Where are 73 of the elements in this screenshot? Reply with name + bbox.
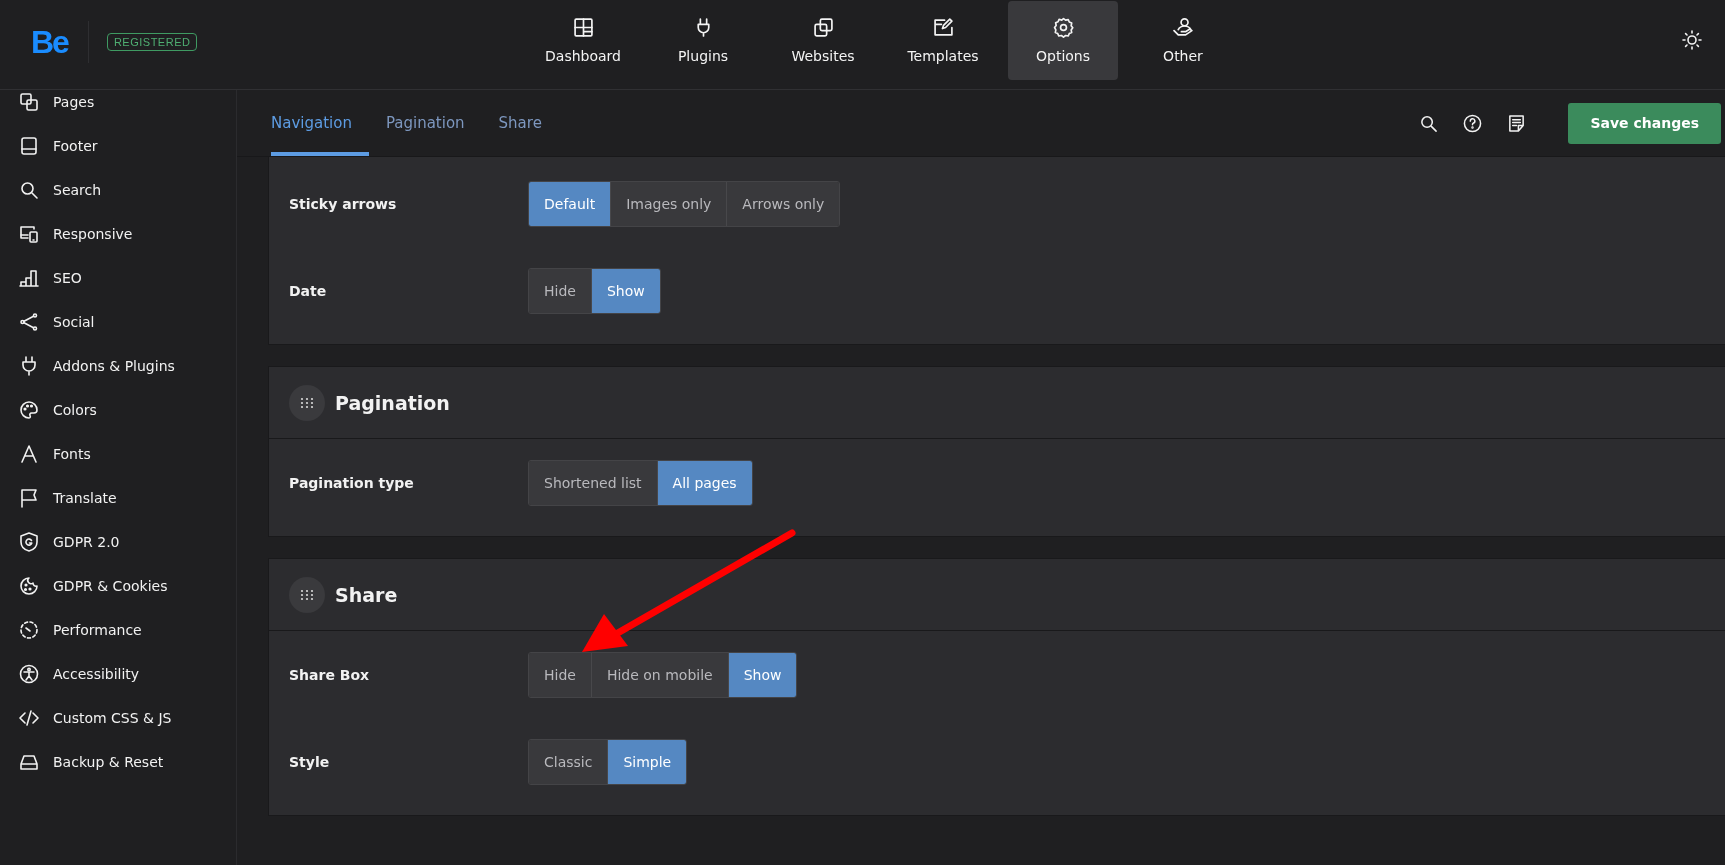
- sidebar-item[interactable]: Backup & Reset: [0, 750, 236, 794]
- squares-icon: [19, 92, 39, 112]
- status-badge: REGISTERED: [106, 33, 198, 51]
- search-icon: [19, 180, 39, 200]
- gauge-icon: [19, 620, 39, 640]
- sidebar-item[interactable]: Footer: [0, 134, 236, 178]
- sidebar-item[interactable]: Translate: [0, 486, 236, 530]
- windows-icon: [812, 17, 834, 38]
- nav-item[interactable]: Dashboard: [528, 1, 638, 80]
- notes-icon[interactable]: [1507, 113, 1527, 133]
- sidebar-item[interactable]: Pages: [0, 90, 236, 134]
- plug-icon: [19, 356, 39, 376]
- sidebar-item[interactable]: Accessibility: [0, 662, 236, 706]
- sidebar-item[interactable]: Colors: [0, 398, 236, 442]
- option-button[interactable]: Hide: [529, 652, 591, 697]
- sidebar-item[interactable]: Addons & Plugins: [0, 354, 236, 398]
- sidebar-item[interactable]: Responsive: [0, 222, 236, 266]
- option-button[interactable]: Show: [727, 652, 797, 697]
- sidebar-item[interactable]: SEO: [0, 266, 236, 310]
- code-icon: [19, 708, 39, 728]
- drive-icon: [19, 752, 39, 772]
- palette-icon: [19, 400, 39, 420]
- nav-item[interactable]: Websites: [768, 1, 878, 80]
- sidebar-item[interactable]: Custom CSS & JS: [0, 706, 236, 750]
- option-button[interactable]: Images only: [610, 181, 727, 226]
- layout-icon: [572, 17, 594, 38]
- drag-handle-icon[interactable]: [289, 576, 325, 613]
- nav-item[interactable]: Options: [1008, 1, 1118, 80]
- sun-icon: [1682, 30, 1702, 50]
- flag-icon: [19, 488, 39, 508]
- user-icon: [1172, 17, 1194, 38]
- sidebar-item[interactable]: GDPR 2.0: [0, 530, 236, 574]
- nav-item[interactable]: Other: [1128, 1, 1238, 80]
- bar-chart-icon: [19, 268, 39, 288]
- sidebar-item[interactable]: Performance: [0, 618, 236, 662]
- devices-icon: [19, 224, 39, 244]
- tab[interactable]: Share: [498, 90, 559, 156]
- font-icon: [19, 444, 39, 464]
- option-button[interactable]: Show: [590, 268, 660, 313]
- sidebar-item[interactable]: Social: [0, 310, 236, 354]
- drag-handle-icon[interactable]: [289, 384, 325, 421]
- option-button[interactable]: All pages: [656, 460, 752, 505]
- save-button[interactable]: Save changes: [1568, 102, 1721, 144]
- search-icon[interactable]: [1419, 113, 1439, 133]
- option-button[interactable]: Hide on mobile: [590, 652, 728, 697]
- option-button[interactable]: Default: [529, 181, 611, 226]
- setting-label: Sticky arrows: [289, 195, 398, 212]
- section-title: Share: [335, 583, 398, 606]
- section-title: Pagination: [335, 391, 450, 414]
- option-button[interactable]: Shortened list: [529, 460, 657, 505]
- option-button[interactable]: Classic: [529, 739, 608, 784]
- option-button[interactable]: Simple: [607, 739, 687, 784]
- cookie-icon: [19, 576, 39, 596]
- edit-icon: [932, 17, 954, 38]
- nav-item[interactable]: Templates: [888, 1, 998, 80]
- setting-label: Share Box: [289, 666, 371, 683]
- option-button[interactable]: Arrows only: [726, 181, 840, 226]
- logo[interactable]: Be: [31, 23, 68, 61]
- tab[interactable]: Pagination: [385, 90, 482, 156]
- sidebar-item[interactable]: Fonts: [0, 442, 236, 486]
- sidebar-item[interactable]: Search: [0, 178, 236, 222]
- panel-icon: [19, 136, 39, 156]
- help-icon[interactable]: [1463, 113, 1483, 133]
- option-button[interactable]: Hide: [529, 268, 591, 313]
- share-icon: [19, 312, 39, 332]
- nav-item[interactable]: Plugins: [648, 1, 758, 80]
- sidebar-item[interactable]: GDPR & Cookies: [0, 574, 236, 618]
- accessibility-icon: [19, 664, 39, 684]
- setting-label: Style: [289, 753, 331, 770]
- setting-label: Pagination type: [289, 474, 415, 491]
- setting-label: Date: [289, 282, 328, 299]
- shield-icon: [19, 532, 39, 552]
- settings-icon: [1052, 17, 1074, 38]
